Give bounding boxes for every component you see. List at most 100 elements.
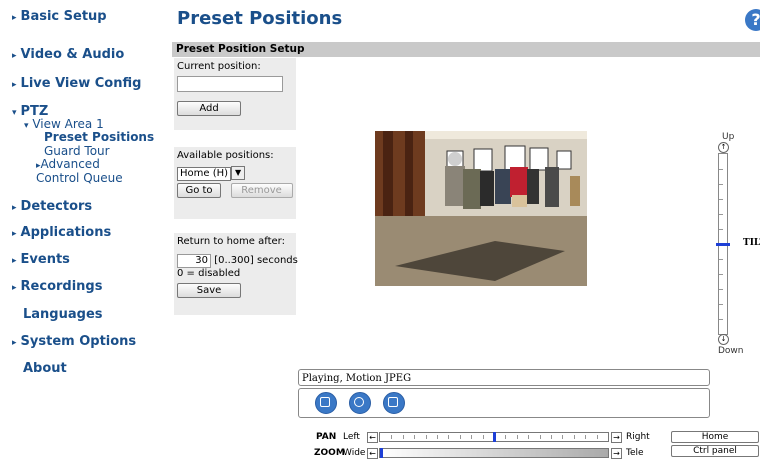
current-position-input[interactable] bbox=[177, 76, 283, 92]
nav-languages[interactable]: Languages bbox=[23, 307, 103, 322]
return-home-note: 0 = disabled bbox=[177, 268, 241, 279]
chevron-down-icon: ▾ bbox=[12, 108, 17, 118]
pan-left-button[interactable]: ← bbox=[367, 432, 378, 443]
nav-applications[interactable]: ▸ Applications bbox=[12, 225, 111, 240]
return-home-panel: Return to home after: 30 [0..300] second… bbox=[174, 233, 301, 315]
tick bbox=[471, 435, 472, 439]
pan-slider-thumb[interactable] bbox=[493, 432, 496, 442]
goto-button[interactable]: Go to bbox=[177, 183, 221, 198]
tilt-down-label: Down bbox=[718, 346, 744, 356]
nav-label: Events bbox=[20, 252, 70, 267]
nav-advanced[interactable]: ▸Advanced bbox=[36, 157, 100, 171]
return-home-range: [0..300] seconds, bbox=[214, 255, 302, 266]
camera-image[interactable] bbox=[375, 131, 587, 286]
nav-live-view-config[interactable]: ▸ Live View Config bbox=[12, 76, 141, 91]
stop-icon bbox=[320, 397, 330, 407]
tick bbox=[719, 259, 723, 260]
zoom-out-button[interactable]: ← bbox=[367, 448, 378, 459]
tick bbox=[483, 435, 484, 439]
chevron-right-icon: ▸ bbox=[12, 229, 17, 239]
tilt-label: TILT bbox=[743, 238, 760, 248]
tilt-slider-thumb[interactable] bbox=[716, 243, 730, 246]
tick bbox=[437, 435, 438, 439]
chevron-right-icon: ▸ bbox=[12, 283, 17, 293]
position-select[interactable]: Home (H) bbox=[177, 167, 232, 181]
tilt-up-button[interactable]: ↑ bbox=[718, 142, 729, 153]
save-button[interactable]: Save bbox=[177, 283, 241, 298]
tick bbox=[719, 289, 723, 290]
playback-status: Playing, Motion JPEG bbox=[298, 369, 710, 386]
pan-label: PAN bbox=[316, 432, 337, 442]
tick bbox=[528, 435, 529, 439]
tick bbox=[505, 435, 506, 439]
tick bbox=[551, 435, 552, 439]
tick bbox=[403, 435, 404, 439]
nav-preset-positions[interactable]: Preset Positions bbox=[44, 130, 154, 144]
dropdown-arrow-icon[interactable]: ▼ bbox=[231, 166, 246, 180]
tilt-up-label: Up bbox=[722, 132, 735, 142]
chevron-right-icon: ▸ bbox=[12, 203, 17, 213]
chevron-right-icon: ▸ bbox=[12, 13, 17, 23]
tilt-down-button[interactable]: ↓ bbox=[718, 334, 729, 345]
tick bbox=[391, 435, 392, 439]
zoom-slider[interactable] bbox=[379, 448, 609, 458]
tick bbox=[574, 435, 575, 439]
fullscreen-button[interactable] bbox=[383, 392, 405, 414]
return-home-row: 30 [0..300] seconds, bbox=[177, 254, 301, 268]
nav-video-audio[interactable]: ▸ Video & Audio bbox=[12, 47, 124, 62]
chevron-right-icon: ▸ bbox=[12, 338, 17, 348]
tick bbox=[540, 435, 541, 439]
home-button[interactable]: Home bbox=[671, 431, 759, 443]
tick bbox=[562, 435, 563, 439]
tick bbox=[719, 274, 723, 275]
nav-label: Live View Config bbox=[20, 76, 142, 91]
tick bbox=[719, 214, 723, 215]
tick bbox=[719, 199, 723, 200]
stop-button[interactable] bbox=[315, 392, 337, 414]
tick bbox=[719, 229, 723, 230]
zoom-in-button[interactable]: → bbox=[611, 448, 622, 459]
nav-label: Advanced bbox=[40, 157, 100, 171]
tick bbox=[719, 319, 723, 320]
nav-view-area[interactable]: ▾ View Area 1 bbox=[24, 117, 104, 131]
current-position-label: Current position: bbox=[177, 61, 261, 72]
nav-basic-setup[interactable]: ▸ Basic Setup bbox=[12, 9, 107, 24]
return-home-input[interactable]: 30 bbox=[177, 254, 211, 268]
tick bbox=[597, 435, 598, 439]
nav-label: View Area 1 bbox=[32, 117, 104, 131]
zoom-tele-label: Tele bbox=[626, 448, 644, 458]
tick bbox=[719, 184, 723, 185]
help-icon[interactable]: ? bbox=[745, 9, 760, 31]
gallery-scene-image bbox=[375, 131, 587, 286]
chevron-right-icon: ▸ bbox=[12, 51, 17, 61]
ctrl-panel-button[interactable]: Ctrl panel bbox=[671, 445, 759, 457]
nav-recordings[interactable]: ▸ Recordings bbox=[12, 279, 102, 294]
section-title: Preset Position Setup bbox=[172, 42, 760, 57]
tick bbox=[517, 435, 518, 439]
nav-events[interactable]: ▸ Events bbox=[12, 252, 70, 267]
media-controls bbox=[298, 388, 710, 418]
tilt-slider[interactable] bbox=[716, 153, 730, 335]
nav-label: System Options bbox=[20, 334, 137, 349]
nav-about[interactable]: About bbox=[23, 361, 67, 376]
nav-control-queue[interactable]: Control Queue bbox=[36, 171, 123, 185]
camera-icon bbox=[354, 397, 364, 407]
tick bbox=[719, 304, 723, 305]
nav-guard-tour[interactable]: Guard Tour bbox=[44, 144, 110, 158]
zoom-wide-label: Wide bbox=[343, 448, 366, 458]
pan-slider[interactable] bbox=[379, 432, 609, 442]
zoom-slider-thumb[interactable] bbox=[380, 448, 383, 458]
tick bbox=[719, 169, 723, 170]
add-button[interactable]: Add bbox=[177, 101, 241, 116]
page-title: Preset Positions bbox=[177, 8, 343, 29]
snapshot-button[interactable] bbox=[349, 392, 371, 414]
position-actions: Go to Remove bbox=[177, 183, 293, 198]
nav-detectors[interactable]: ▸ Detectors bbox=[12, 199, 92, 214]
position-select-row: Home (H) ▼ bbox=[177, 166, 293, 181]
nav-system-options[interactable]: ▸ System Options bbox=[12, 334, 136, 349]
nav-label: Detectors bbox=[20, 199, 93, 214]
remove-button[interactable]: Remove bbox=[230, 183, 293, 198]
available-positions-label: Available positions: bbox=[177, 150, 274, 161]
pan-right-button[interactable]: → bbox=[611, 432, 622, 443]
fullscreen-icon bbox=[388, 397, 398, 407]
